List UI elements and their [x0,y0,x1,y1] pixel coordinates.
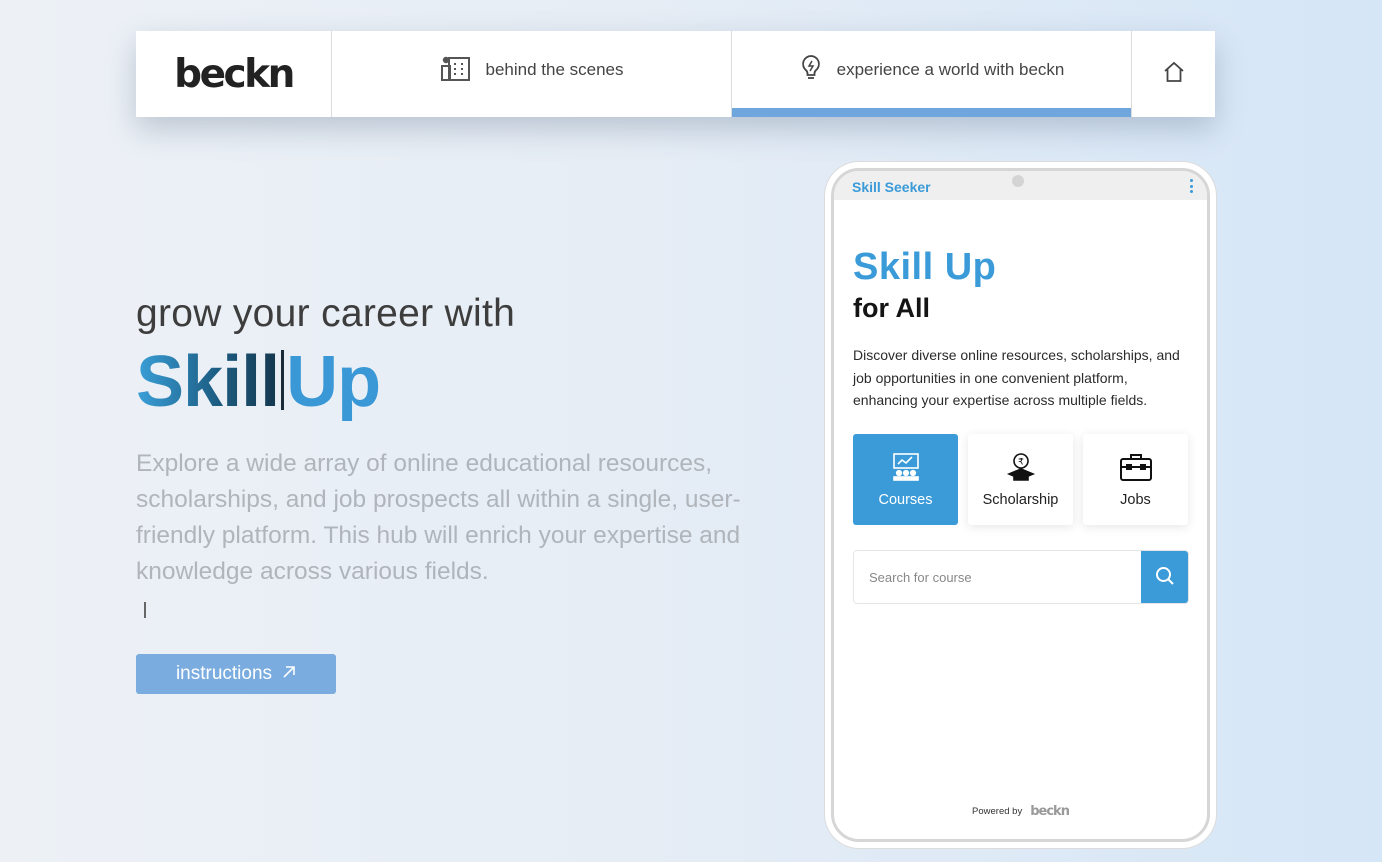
search-icon [1155,566,1175,589]
powered-by: Powered by beckn [834,804,1207,819]
phone-description: Discover diverse online resources, schol… [853,347,1180,408]
home-icon [1163,61,1185,88]
graduation-coin-icon: ₹ [1006,452,1036,486]
building-icon [440,54,472,87]
instructions-label: instructions [175,663,273,684]
category-jobs[interactable]: Jobs [1083,434,1188,525]
app-name: Skill Seeker [852,179,931,195]
powered-by-logo: beckn [1030,804,1070,819]
home-button[interactable] [1132,31,1215,117]
phone-mockup: Skill Seeker Skill Up for All Discover d… [825,162,1216,848]
arrow-up-right-icon [282,663,296,685]
phone-title: Skill Up [853,246,997,288]
briefcase-icon [1119,452,1153,486]
lightbulb-icon [799,54,823,87]
camera-dot [1012,175,1024,187]
app-bar: Skill Seeker [834,171,1207,200]
brand-skill-text: Skill [136,342,280,422]
phone-screen: Skill Seeker Skill Up for All Discover d… [831,168,1210,842]
hero-brand-title: Skill Up [136,340,381,424]
category-scholarship[interactable]: ₹ Scholarship [968,434,1073,525]
search-input[interactable] [854,551,1141,603]
tab-label: experience a world with beckn [836,60,1065,79]
category-label: Scholarship [982,491,1059,508]
category-courses[interactable]: Courses [853,434,958,525]
svg-text:₹: ₹ [1018,457,1024,467]
hero-pre-title: grow your career with [136,292,516,335]
phone-subtitle: for All [853,293,930,323]
category-label: Jobs [1120,491,1151,508]
presentation-board-icon [891,452,921,486]
hero-description: Explore a wide array of online education… [136,450,741,585]
category-list: Courses ₹ Scholarship Jobs [853,434,1188,525]
category-label: Courses [878,491,933,508]
course-search [853,550,1189,604]
tab-behind-the-scenes[interactable]: behind the scenes [332,31,732,117]
powered-by-label: Powered by [972,806,1023,817]
more-menu-icon[interactable] [1189,179,1193,193]
tab-experience-beckn[interactable]: experience a world with beckn [732,31,1132,117]
brand-up-text: Up [286,342,381,422]
brand-caret [281,350,285,410]
instructions-button[interactable]: instructions [136,654,336,694]
logo-text: beckn [174,51,295,97]
tab-label: behind the scenes [485,60,624,79]
search-button[interactable] [1141,551,1188,603]
beckn-logo[interactable]: beckn [136,31,332,117]
top-nav: beckn behind the scenes experience a wor… [136,31,1215,117]
text-cursor [144,602,146,618]
